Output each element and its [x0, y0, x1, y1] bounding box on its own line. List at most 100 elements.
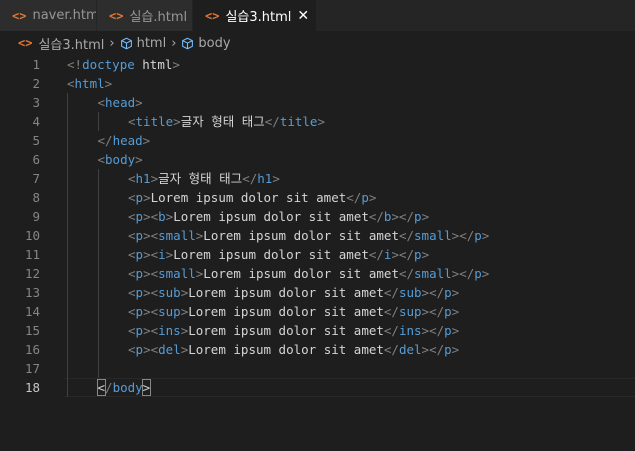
line-number: 6 [32, 152, 40, 167]
breadcrumb-file[interactable]: 실습3.html [38, 34, 104, 53]
code-text: <head> [98, 93, 143, 112]
code-line[interactable]: 1 <!doctype html> [0, 55, 635, 74]
code-line[interactable]: 8 <p>Lorem ipsum dolor sit amet</p> [0, 188, 635, 207]
tag-punctuation: > [421, 209, 430, 224]
tag-punctuation: > [451, 342, 460, 357]
tab-label: 실습3.html [225, 10, 292, 25]
indent-guide [67, 264, 68, 283]
tag-punctuation: </ [346, 190, 362, 205]
tag-name: p [135, 285, 144, 300]
tag-name: p [135, 342, 144, 357]
code-line[interactable]: 11 <p><i>Lorem ipsum dolor sit amet</i></… [0, 245, 635, 264]
tag-punctuation: </ [398, 266, 415, 281]
indent-guide [97, 245, 99, 264]
tag-punctuation: > [481, 266, 490, 281]
code-line[interactable]: 7 <h1>글자 형태 태그</h1> [0, 169, 635, 188]
tag-name: p [414, 247, 422, 262]
tag-name: body [105, 152, 136, 167]
line-number: 11 [24, 247, 40, 262]
tag-punctuation: ></ [421, 285, 445, 300]
text-content: Lorem ipsum dolor sit amet [188, 323, 384, 338]
code-line[interactable]: 12 <p><small>Lorem ipsum dolor sit amet</… [0, 264, 635, 283]
code-line[interactable]: 13 <p><sub>Lorem ipsum dolor sit amet</su… [0, 283, 635, 302]
code-line[interactable]: 4 <title>글자 형태 태그</title> [0, 112, 635, 131]
chevron-right-icon: › [109, 35, 115, 51]
code-text: </body> [96, 378, 152, 397]
tag-punctuation: </ [368, 247, 384, 262]
tag-punctuation: > [141, 379, 152, 396]
code-text: </head> [98, 131, 151, 150]
tag-name: p [135, 247, 144, 262]
text-content: Lorem ipsum dolor sit amet [150, 190, 347, 205]
indent-guide [67, 93, 68, 112]
tag-punctuation: < [128, 247, 136, 262]
tab-label: naver.html [32, 8, 103, 23]
tag-punctuation: </ [97, 133, 113, 148]
code-line[interactable]: 5 </head> [0, 131, 635, 150]
tag-name: title [135, 114, 174, 129]
tag-punctuation: > [135, 152, 143, 167]
line-number: 3 [32, 95, 40, 110]
tag-punctuation: >< [143, 304, 159, 319]
indent-guide [97, 359, 99, 378]
indent-guide [97, 226, 99, 245]
tab-silseup3-html[interactable]: <> 실습3.html ✕ [192, 0, 316, 31]
tag-name: ins [158, 323, 181, 338]
code-text: <p><b>Lorem ipsum dolor sit amet</b></p> [128, 207, 429, 226]
code-line[interactable]: 17 [0, 359, 635, 378]
code-editor[interactable]: 1 <!doctype html> 2 <html> 3 <head> 4 <title>글자… [0, 55, 635, 397]
tag-punctuation: > [451, 285, 460, 300]
text-content: Lorem ipsum dolor sit amet [173, 247, 369, 262]
code-line[interactable]: 9 <p><b>Lorem ipsum dolor sit amet</b></p… [0, 207, 635, 226]
indent-guide [97, 302, 99, 321]
indent-guide [67, 169, 68, 188]
tag-punctuation: < [97, 95, 106, 110]
indent-guide [67, 112, 68, 131]
tag-name: small [414, 266, 452, 281]
tag-punctuation: > [451, 304, 460, 319]
tag-punctuation: > [481, 228, 490, 243]
code-line[interactable]: 16 <p><del>Lorem ipsum dolor sit amet</de… [0, 340, 635, 359]
code-line[interactable]: 15 <p><ins>Lorem ipsum dolor sit amet</in… [0, 321, 635, 340]
code-text: <p><del>Lorem ipsum dolor sit amet</del>… [128, 340, 459, 359]
line-number: 15 [24, 323, 40, 338]
indent-guide [97, 340, 99, 359]
tab-silseup-html[interactable]: <> 실습.html [96, 0, 192, 31]
tag-name: p [444, 304, 452, 319]
breadcrumb: <> 실습3.html › html › body [0, 31, 635, 55]
indent-guide [67, 302, 68, 321]
tag-punctuation: ></ [391, 209, 415, 224]
tag-name: sub [398, 285, 422, 300]
tag-name: p [135, 209, 144, 224]
tag-name: del [158, 342, 181, 357]
tag-punctuation: ></ [451, 228, 475, 243]
tag-name: p [135, 266, 144, 281]
tag-punctuation: < [67, 76, 75, 91]
breadcrumb-item-body[interactable]: body [198, 36, 230, 51]
code-line[interactable]: 2 <html> [0, 74, 635, 93]
tag-name: p [135, 228, 144, 243]
tag-punctuation: < [128, 114, 136, 129]
code-line[interactable]: 10 <p><small>Lorem ipsum dolor sit amet</… [0, 226, 635, 245]
tag-name: ins [398, 323, 422, 338]
indent-guide [97, 188, 99, 207]
tag-punctuation: ></ [391, 247, 415, 262]
text-content: Lorem ipsum dolor sit amet [188, 304, 384, 319]
line-number: 1 [32, 57, 40, 72]
code-line[interactable]: 3 <head> [0, 93, 635, 112]
tag-punctuation: </ [383, 304, 399, 319]
breadcrumb-item-html[interactable]: html [137, 36, 167, 51]
tag-punctuation: < [128, 285, 136, 300]
tab-naver-html[interactable]: <> naver.html [0, 0, 102, 31]
html-file-icon: <> [12, 8, 27, 23]
code-line[interactable]: 14 <p><sup>Lorem ipsum dolor sit amet</su… [0, 302, 635, 321]
text-content: Lorem ipsum dolor sit amet [188, 342, 384, 357]
code-line[interactable]: 18 </body> [0, 378, 635, 397]
tag-punctuation: >< [143, 228, 159, 243]
indent-guide [97, 112, 99, 131]
code-line[interactable]: 6 <body> [0, 150, 635, 169]
text-content: Lorem ipsum dolor sit amet [188, 285, 384, 300]
close-icon[interactable]: ✕ [297, 8, 309, 24]
line-number: 13 [24, 285, 40, 300]
tag-punctuation: ></ [451, 266, 475, 281]
